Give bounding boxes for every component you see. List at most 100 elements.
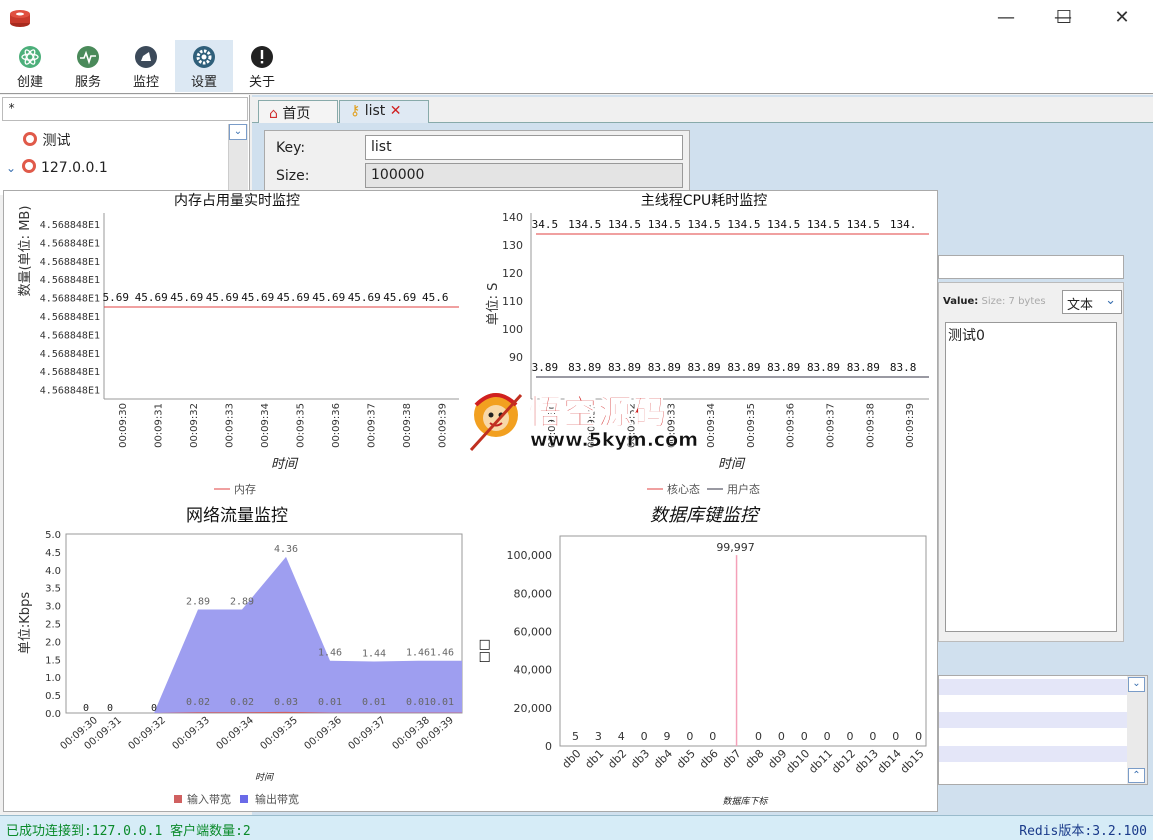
data-label: 0 xyxy=(778,730,785,743)
y-tick-label: 4.568848E1 xyxy=(40,312,100,323)
y-tick-label: 80,000 xyxy=(514,587,553,600)
value-list: ⌄ ⌃ xyxy=(938,675,1148,785)
value-textarea[interactable]: 测试0 xyxy=(945,322,1117,632)
y-tick-label: 120 xyxy=(502,267,523,280)
close-tab-icon[interactable]: ✕ xyxy=(390,103,402,119)
y-tick-label: 1.5 xyxy=(45,655,61,666)
data-label: 0 xyxy=(892,730,899,743)
data-label: 3.89 xyxy=(532,361,559,374)
data-label: 134.5 xyxy=(648,218,681,231)
data-label: 1.46 xyxy=(430,648,454,659)
create-button[interactable]: 创建 xyxy=(1,40,59,92)
y-tick-label: 40,000 xyxy=(514,664,553,677)
data-label: 45.69 xyxy=(170,291,203,304)
data-label: 34.5 xyxy=(532,218,559,231)
settings-button[interactable]: 设置 xyxy=(175,40,233,92)
toolbar-label-about: 关于 xyxy=(248,75,275,90)
x-tick-label: db2 xyxy=(605,747,629,771)
y-tick-label: 3.5 xyxy=(45,584,61,595)
data-label: 99,997 xyxy=(716,541,755,554)
data-label: 45.69 xyxy=(277,291,310,304)
chevron-down-icon[interactable]: ⌄ xyxy=(229,124,247,140)
x-tick-label: 00:09:37 xyxy=(826,403,837,448)
home-icon: ⌂ xyxy=(269,106,278,122)
y-tick-label: 4.568848E1 xyxy=(40,386,100,397)
toolbar-label-service: 服务 xyxy=(74,75,101,90)
x-tick-label: 00:09:35 xyxy=(258,715,299,752)
y-tick-label: 1.0 xyxy=(45,673,61,684)
data-label: 5 xyxy=(572,730,579,743)
chart-title: 内存占用量实时监控 xyxy=(174,193,300,209)
data-label: 83.89 xyxy=(767,361,800,374)
tree-item-label: 127.0.0.1 xyxy=(40,160,108,176)
expand-chevron-icon[interactable]: ⌄ xyxy=(6,161,16,175)
monitor-button[interactable]: 监控 xyxy=(117,40,175,92)
x-tick-label: db8 xyxy=(743,747,767,771)
y-tick-label: 4.568848E1 xyxy=(40,349,100,360)
plot-area xyxy=(559,535,927,747)
x-tick-label: db12 xyxy=(829,747,858,776)
data-label: 2.89 xyxy=(186,597,210,608)
watermark-text: 悟空源码 xyxy=(528,393,668,434)
redis-logo-icon xyxy=(8,8,32,32)
tree-item-test[interactable]: 测试 xyxy=(22,130,70,156)
title-bar: — xyxy=(0,0,1153,38)
legend-swatch-input xyxy=(174,795,182,803)
tree-scrollbar[interactable]: ⌄ xyxy=(228,124,248,194)
format-select[interactable]: 文本 ⌄ xyxy=(1062,290,1122,314)
data-label: 2.89 xyxy=(230,597,254,608)
tree-item-localhost[interactable]: ⌄ 127.0.0.1 xyxy=(6,158,108,184)
x-axis-label: 时间 xyxy=(271,457,299,472)
x-tick-label: db3 xyxy=(628,747,652,771)
legend-label-memory: 内存 xyxy=(234,482,256,496)
tree-item-label: 测试 xyxy=(42,133,71,149)
y-tick-label: 140 xyxy=(502,211,523,224)
x-tick-label: 00:09:33 xyxy=(224,403,235,448)
maximize-button[interactable]: ☐ xyxy=(1044,6,1084,32)
chart-title: 网络流量监控 xyxy=(186,506,288,526)
redis-version: Redis版本:3.2.100 xyxy=(1019,824,1147,839)
service-button[interactable]: 服务 xyxy=(59,40,117,92)
data-label: 134.5 xyxy=(688,218,721,231)
toolbar-label-create: 创建 xyxy=(16,75,43,90)
about-button[interactable]: 关于 xyxy=(233,40,291,92)
y-tick-label: 2.5 xyxy=(45,620,61,631)
toolbar-label-settings: 设置 xyxy=(190,75,217,90)
legend-label-output: 输出带宽 xyxy=(255,792,299,806)
filter-input[interactable] xyxy=(938,255,1124,279)
toolbar: 创建 服务 监控 设置 关于 xyxy=(0,38,1153,94)
info-icon xyxy=(251,46,273,68)
chart-title: 数据库键监控 xyxy=(650,505,761,526)
x-tick-label: db4 xyxy=(651,747,675,771)
x-axis-label: 数据库下标 xyxy=(722,796,768,807)
data-label: 45.69 xyxy=(206,291,239,304)
value-label: Value: xyxy=(943,296,979,307)
legend-swatch-output xyxy=(240,795,248,803)
data-label: 0.01 xyxy=(406,697,430,708)
data-label: 83.89 xyxy=(608,361,641,374)
data-label: 0.01 xyxy=(430,697,454,708)
chevron-up-icon[interactable]: ⌃ xyxy=(1128,768,1145,783)
chevron-down-icon[interactable]: ⌄ xyxy=(1128,677,1145,692)
x-tick-label: 00:09:35 xyxy=(295,403,306,448)
data-label: 134.5 xyxy=(847,218,880,231)
x-tick-label: 00:09:36 xyxy=(331,403,342,448)
close-button[interactable]: ✕ xyxy=(1102,6,1142,32)
watermark-url: www.5kym.com xyxy=(530,429,699,452)
redis-server-icon xyxy=(23,132,37,146)
key-search-input[interactable]: * xyxy=(2,97,248,121)
data-label: 134.5 xyxy=(767,218,800,231)
tab-list[interactable]: ⚷ list ✕ xyxy=(339,100,429,123)
x-tick-label: 00:09:37 xyxy=(346,715,387,752)
value-label-row: Value: Size: 7 bytes xyxy=(943,296,1046,307)
tab-home[interactable]: ⌂ 首页 xyxy=(258,100,338,123)
key-field[interactable]: list xyxy=(365,135,683,160)
data-label: 0 xyxy=(107,703,113,714)
legend-label-user: 用户态 xyxy=(727,482,760,496)
value-list-scrollbar[interactable]: ⌄ ⌃ xyxy=(1127,676,1147,784)
data-label: 45.69 xyxy=(348,291,381,304)
minimize-button[interactable]: — xyxy=(986,6,1026,32)
x-tick-label: 00:09:39 xyxy=(437,403,448,448)
x-tick-label: 00:09:39 xyxy=(905,403,916,448)
x-tick-label: 00:09:35 xyxy=(746,403,757,448)
